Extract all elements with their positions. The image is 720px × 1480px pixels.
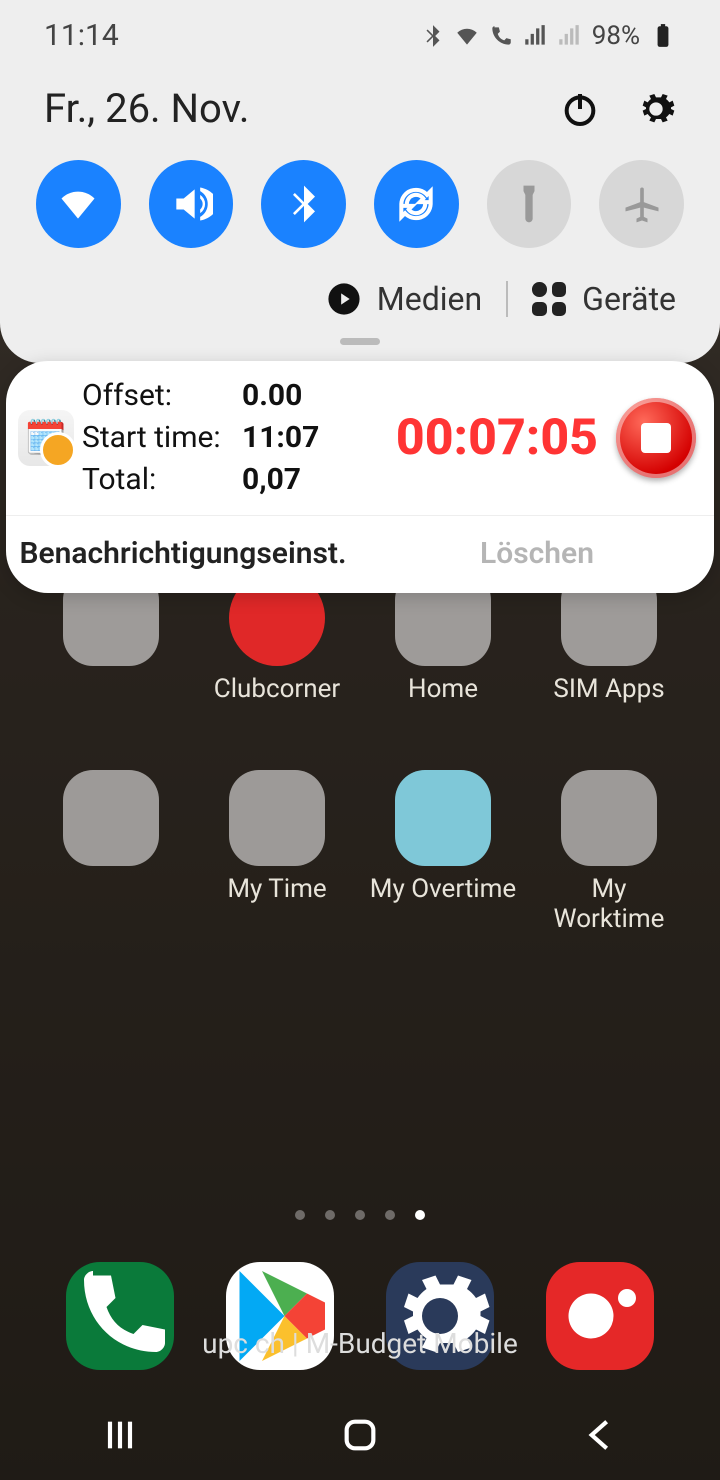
devices-button[interactable]: Geräte	[532, 280, 676, 318]
page-indicator	[0, 1210, 720, 1220]
app-cell[interactable]: My Worktime	[534, 770, 684, 934]
recents-button[interactable]	[100, 1415, 140, 1455]
grid-icon	[532, 282, 566, 316]
wifi-icon	[56, 182, 100, 226]
rotate-icon	[394, 182, 438, 226]
devices-label: Geräte	[582, 280, 676, 318]
status-bar: 11:14 98%	[0, 0, 720, 61]
signal-icon	[522, 23, 548, 49]
play-circle-icon	[327, 282, 361, 316]
signal-icon	[556, 23, 582, 49]
autorotate-toggle[interactable]	[374, 160, 459, 248]
divider	[506, 281, 508, 317]
bluetooth-icon	[420, 23, 446, 49]
flashlight-icon	[507, 182, 551, 226]
battery-icon	[650, 23, 676, 49]
battery-percent: 98%	[592, 21, 640, 51]
stop-button[interactable]	[616, 398, 696, 478]
airplane-icon	[620, 182, 664, 226]
carrier-label: upc ch | M-Budget Mobile	[0, 1327, 720, 1360]
qs-date[interactable]: Fr., 26. Nov.	[44, 85, 249, 132]
stop-icon	[641, 423, 671, 453]
drag-handle[interactable]	[340, 338, 380, 345]
status-icons	[420, 23, 582, 49]
media-button[interactable]: Medien	[327, 280, 482, 318]
quick-settings-panel: 11:14 98% Fr., 26. Nov.	[0, 0, 720, 363]
nav-bar	[0, 1390, 720, 1480]
airplane-toggle[interactable]	[599, 160, 684, 248]
app-cell[interactable]: My Overtime	[368, 770, 518, 934]
volume-icon	[169, 182, 213, 226]
wifi-icon	[454, 23, 480, 49]
notification-card[interactable]: 🗓️ Offset:0.00 Start time:11:07 Total:0,…	[6, 361, 714, 593]
clear-button[interactable]: Löschen	[360, 536, 714, 571]
back-button[interactable]	[580, 1415, 620, 1455]
wifi-toggle[interactable]	[36, 160, 121, 248]
power-icon[interactable]	[560, 89, 600, 129]
elapsed-time: 00:07:05	[396, 409, 598, 467]
timer-info: Offset:0.00 Start time:11:07 Total:0,07	[82, 375, 319, 501]
media-label: Medien	[377, 280, 482, 318]
app-cell[interactable]: My Time	[202, 770, 352, 934]
status-time: 11:14	[44, 18, 119, 53]
flashlight-toggle[interactable]	[487, 160, 572, 248]
app-icon: 🗓️	[18, 410, 74, 466]
home-button[interactable]	[340, 1415, 380, 1455]
bluetooth-toggle[interactable]	[261, 160, 346, 248]
wifi-calling-icon	[488, 23, 514, 49]
gear-icon[interactable]	[636, 89, 676, 129]
app-cell[interactable]	[36, 770, 186, 934]
qs-toggles	[0, 142, 720, 260]
notification-settings-button[interactable]: Benachrichtigungseinst.	[6, 536, 360, 571]
bluetooth-icon	[282, 182, 326, 226]
sound-toggle[interactable]	[149, 160, 234, 248]
